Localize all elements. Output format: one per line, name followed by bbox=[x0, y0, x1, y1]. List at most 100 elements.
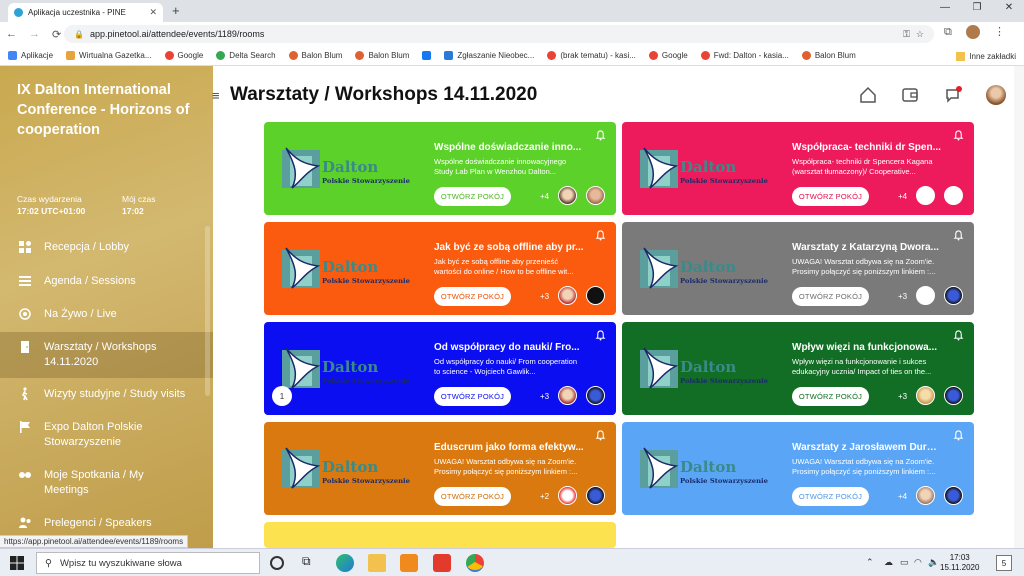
participant-avatar[interactable] bbox=[558, 386, 577, 405]
bookmark[interactable]: Balon Blum bbox=[288, 51, 342, 60]
bookmark[interactable]: Wirtualna Gazetka... bbox=[66, 51, 152, 60]
participant-avatar[interactable] bbox=[558, 286, 577, 305]
bookmark[interactable]: Google bbox=[648, 51, 688, 60]
bell-icon[interactable] bbox=[595, 130, 606, 141]
cortana-icon[interactable] bbox=[270, 556, 284, 570]
participant-avatar[interactable] bbox=[916, 386, 935, 405]
chrome-icon[interactable] bbox=[466, 554, 484, 572]
new-tab-icon[interactable]: + bbox=[172, 3, 180, 18]
workshop-card[interactable]: Dalton Polskie Stowarzyszenie Jak być ze… bbox=[264, 222, 616, 315]
menu-toggle-icon[interactable]: ≡ bbox=[212, 88, 220, 103]
bell-icon[interactable] bbox=[595, 430, 606, 441]
participant-avatar[interactable] bbox=[586, 286, 605, 305]
bell-icon[interactable] bbox=[595, 230, 606, 241]
workshop-card[interactable]: Dalton Polskie Stowarzyszenie Eduscrum j… bbox=[264, 422, 616, 515]
home-icon[interactable] bbox=[859, 86, 877, 104]
sidebar-item-study-visits[interactable]: Wizyty studyjne / Study visits bbox=[0, 387, 213, 411]
participant-avatar[interactable] bbox=[944, 486, 963, 505]
mail-app-icon[interactable] bbox=[433, 554, 451, 572]
bell-icon[interactable] bbox=[595, 330, 606, 341]
bookmark[interactable]: Google bbox=[164, 51, 203, 60]
browser-tab[interactable]: Aplikacja uczestnika - PINE ✕ bbox=[8, 3, 163, 22]
participant-avatar[interactable] bbox=[916, 486, 935, 505]
bell-icon[interactable] bbox=[953, 330, 964, 341]
bookmark[interactable]: (brak tematu) - kasi... bbox=[547, 51, 636, 60]
workshop-card[interactable]: Dalton Polskie Stowarzyszenie Od współpr… bbox=[264, 322, 616, 415]
user-avatar[interactable] bbox=[986, 85, 1006, 105]
participant-avatar[interactable] bbox=[586, 386, 605, 405]
open-room-button[interactable]: OTWÓRZ POKÓJ bbox=[792, 287, 869, 306]
workshop-card[interactable]: Dalton Polskie Stowarzyszenie Współpraca… bbox=[622, 122, 974, 215]
file-explorer-icon[interactable] bbox=[368, 554, 386, 572]
bookmark[interactable]: Balon Blum bbox=[355, 51, 409, 60]
open-room-button[interactable]: OTWÓRZ POKÓJ bbox=[434, 287, 511, 306]
back-icon[interactable]: ← bbox=[6, 28, 17, 40]
participant-avatar[interactable] bbox=[586, 186, 605, 205]
minimize-icon[interactable]: — bbox=[930, 2, 960, 13]
battery-icon[interactable]: ▭ bbox=[900, 557, 909, 568]
key-icon[interactable]: ⚿ bbox=[903, 29, 910, 40]
menu-dots-icon[interactable]: ⋮ bbox=[994, 25, 1005, 38]
sidebar-scrollbar[interactable] bbox=[205, 226, 210, 396]
bell-icon[interactable] bbox=[953, 230, 964, 241]
participant-avatar[interactable] bbox=[944, 186, 963, 205]
bell-icon[interactable] bbox=[953, 130, 964, 141]
workshop-card[interactable]: Dalton Polskie Stowarzyszenie Warsztaty … bbox=[622, 222, 974, 315]
status-url: https://app.pinetool.ai/attendee/events/… bbox=[0, 535, 189, 548]
media-app-icon[interactable] bbox=[400, 554, 418, 572]
task-view-icon[interactable]: ⧉ bbox=[302, 554, 320, 572]
bookmark[interactable]: Fwd: Dalton - kasia... bbox=[700, 51, 789, 60]
sidebar-item-live[interactable]: Na Żywo / Live bbox=[0, 307, 213, 331]
volume-icon[interactable]: 🔈 bbox=[928, 557, 939, 568]
windows-start-icon[interactable] bbox=[10, 556, 24, 570]
participant-avatar[interactable] bbox=[944, 386, 963, 405]
open-room-button[interactable]: OTWÓRZ POKÓJ bbox=[792, 187, 869, 206]
clock[interactable]: 17:03 15.11.2020 bbox=[940, 553, 979, 573]
open-room-button[interactable]: OTWÓRZ POKÓJ bbox=[434, 487, 511, 506]
bookmark[interactable]: Aplikacje bbox=[8, 51, 53, 60]
chat-notification-icon[interactable] bbox=[944, 86, 962, 104]
participant-avatar[interactable] bbox=[916, 186, 935, 205]
sidebar-item-lobby[interactable]: Recepcja / Lobby bbox=[0, 240, 213, 264]
close-window-icon[interactable]: ✕ bbox=[994, 2, 1024, 13]
extension-icon[interactable]: ⧉ bbox=[944, 26, 952, 39]
open-room-button[interactable]: OTWÓRZ POKÓJ bbox=[434, 187, 511, 206]
open-room-button[interactable]: OTWÓRZ POKÓJ bbox=[434, 387, 511, 406]
wallet-icon[interactable] bbox=[901, 86, 919, 104]
main-scrollbar[interactable] bbox=[1014, 66, 1024, 548]
maximize-icon[interactable]: ❐ bbox=[962, 2, 992, 13]
profile-avatar-icon[interactable] bbox=[966, 25, 980, 39]
participant-avatar[interactable] bbox=[558, 486, 577, 505]
other-bookmarks[interactable]: Inne zakładki bbox=[956, 46, 1016, 65]
participant-avatar[interactable] bbox=[916, 286, 935, 305]
bookmark[interactable]: Delta Search bbox=[216, 51, 276, 60]
participant-avatar[interactable] bbox=[558, 186, 577, 205]
edge-icon[interactable] bbox=[336, 554, 354, 572]
address-bar[interactable]: 🔒 app.pinetool.ai/attendee/events/1189/r… bbox=[64, 25, 934, 43]
workshop-card[interactable] bbox=[264, 522, 616, 548]
bookmark[interactable]: Zgłaszanie Nieobec... bbox=[444, 51, 534, 60]
open-room-button[interactable]: OTWÓRZ POKÓJ bbox=[792, 387, 869, 406]
cloud-icon[interactable]: ☁ bbox=[884, 557, 893, 568]
workshop-card[interactable]: Dalton Polskie Stowarzyszenie Wpływ więz… bbox=[622, 322, 974, 415]
workshop-card[interactable]: Dalton Polskie Stowarzyszenie Warsztaty … bbox=[622, 422, 974, 515]
notifications-icon[interactable]: 5 bbox=[996, 555, 1012, 571]
sidebar-item-agenda[interactable]: Agenda / Sessions bbox=[0, 274, 213, 298]
open-room-button[interactable]: OTWÓRZ POKÓJ bbox=[792, 487, 869, 506]
bell-icon[interactable] bbox=[953, 430, 964, 441]
bookmark[interactable]: Balon Blum bbox=[801, 51, 856, 60]
participant-avatar[interactable] bbox=[586, 486, 605, 505]
star-icon[interactable]: ☆ bbox=[916, 29, 924, 40]
sidebar-item-expo[interactable]: Expo Dalton Polskie Stowarzyszenie bbox=[0, 420, 213, 460]
workshop-card[interactable]: Dalton Polskie Stowarzyszenie Wspólne do… bbox=[264, 122, 616, 215]
sidebar-item-meetings[interactable]: Moje Spotkania / My Meetings bbox=[0, 468, 213, 508]
participant-avatar[interactable] bbox=[944, 286, 963, 305]
close-tab-icon[interactable]: ✕ bbox=[149, 7, 157, 18]
forward-icon[interactable]: → bbox=[29, 28, 40, 40]
wifi-icon[interactable]: ◠ bbox=[914, 557, 922, 568]
reload-icon[interactable]: ⟳ bbox=[52, 28, 61, 41]
chevron-up-icon[interactable]: ⌃ bbox=[866, 557, 874, 568]
bookmark[interactable] bbox=[422, 51, 432, 60]
taskbar-search[interactable]: ⚲ Wpisz tu wyszukiwane słowa bbox=[36, 552, 260, 574]
sidebar-item-workshops[interactable]: Warsztaty / Workshops 14.11.2020 bbox=[0, 332, 213, 378]
